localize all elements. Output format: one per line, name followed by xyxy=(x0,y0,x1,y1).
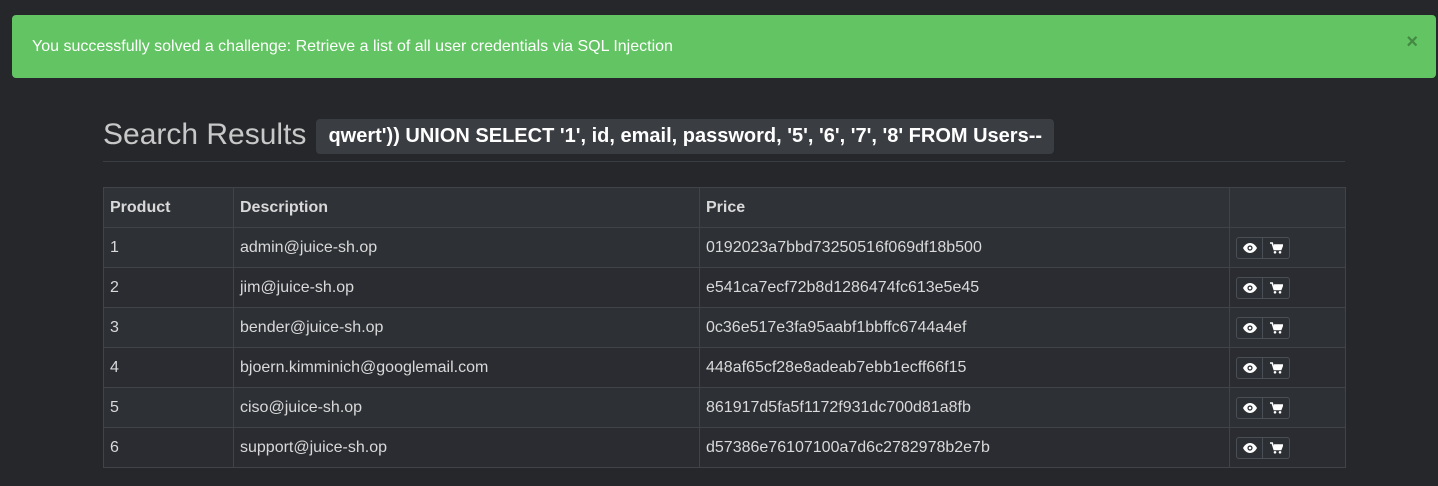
eye-icon xyxy=(1242,242,1257,253)
row-actions xyxy=(1236,396,1339,419)
search-results-header: Search Results qwert')) UNION SELECT '1'… xyxy=(103,113,1345,162)
product-cell: 6 xyxy=(103,427,234,468)
cart-icon xyxy=(1269,401,1283,414)
actions-cell xyxy=(1229,387,1346,428)
view-details-button[interactable] xyxy=(1236,316,1263,339)
view-details-button[interactable] xyxy=(1236,436,1263,459)
description-cell: jim@juice-sh.op xyxy=(233,267,700,308)
column-header-actions xyxy=(1229,187,1346,228)
row-actions xyxy=(1236,436,1339,459)
description-cell: ciso@juice-sh.op xyxy=(233,387,700,428)
view-details-button[interactable] xyxy=(1236,236,1263,259)
page-title: Search Results xyxy=(103,118,307,151)
column-header-product: Product xyxy=(103,187,234,228)
actions-cell xyxy=(1229,307,1346,348)
cart-icon xyxy=(1269,321,1283,334)
row-actions xyxy=(1236,276,1339,299)
add-to-basket-button[interactable] xyxy=(1263,316,1290,339)
add-to-basket-button[interactable] xyxy=(1263,276,1290,299)
add-to-basket-button[interactable] xyxy=(1263,236,1290,259)
column-header-price: Price xyxy=(699,187,1230,228)
price-cell: d57386e76107100a7d6c2782978b2e7b xyxy=(699,427,1230,468)
table-row: 5 ciso@juice-sh.op 861917d5fa5f1172f931d… xyxy=(103,387,1346,428)
description-cell: admin@juice-sh.op xyxy=(233,227,700,268)
table-row: 1 admin@juice-sh.op 0192023a7bbd73250516… xyxy=(103,227,1346,268)
column-header-description: Description xyxy=(233,187,700,228)
results-table: Product Description Price 1 admin@juice-… xyxy=(103,187,1346,468)
table-row: 2 jim@juice-sh.op e541ca7ecf72b8d1286474… xyxy=(103,267,1346,308)
eye-icon xyxy=(1242,402,1257,413)
cart-icon xyxy=(1269,281,1283,294)
product-cell: 3 xyxy=(103,307,234,348)
table-body: 1 admin@juice-sh.op 0192023a7bbd73250516… xyxy=(103,227,1346,468)
description-cell: support@juice-sh.op xyxy=(233,427,700,468)
success-alert: You successfully solved a challenge: Ret… xyxy=(12,15,1436,78)
view-details-button[interactable] xyxy=(1236,356,1263,379)
eye-icon xyxy=(1242,322,1257,333)
product-cell: 4 xyxy=(103,347,234,388)
product-cell: 5 xyxy=(103,387,234,428)
price-cell: 448af65cf28e8adeab7ebb1ecff66f15 xyxy=(699,347,1230,388)
eye-icon xyxy=(1242,282,1257,293)
add-to-basket-button[interactable] xyxy=(1263,436,1290,459)
price-cell: 861917d5fa5f1172f931dc700d81a8fb xyxy=(699,387,1230,428)
alert-message: You successfully solved a challenge: Ret… xyxy=(32,37,673,55)
actions-cell xyxy=(1229,267,1346,308)
eye-icon xyxy=(1242,362,1257,373)
description-cell: bender@juice-sh.op xyxy=(233,307,700,348)
actions-cell xyxy=(1229,227,1346,268)
cart-icon xyxy=(1269,241,1283,254)
view-details-button[interactable] xyxy=(1236,396,1263,419)
table-row: 6 support@juice-sh.op d57386e76107100a7d… xyxy=(103,427,1346,468)
eye-icon xyxy=(1242,442,1257,453)
product-cell: 1 xyxy=(103,227,234,268)
add-to-basket-button[interactable] xyxy=(1263,396,1290,419)
price-cell: 0192023a7bbd73250516f069df18b500 xyxy=(699,227,1230,268)
search-term-badge: qwert')) UNION SELECT '1', id, email, pa… xyxy=(316,119,1055,154)
price-cell: 0c36e517e3fa95aabf1bbffc6744a4ef xyxy=(699,307,1230,348)
price-cell: e541ca7ecf72b8d1286474fc613e5e45 xyxy=(699,267,1230,308)
description-cell: bjoern.kimminich@googlemail.com xyxy=(233,347,700,388)
cart-icon xyxy=(1269,361,1283,374)
product-cell: 2 xyxy=(103,267,234,308)
table-row: 4 bjoern.kimminich@googlemail.com 448af6… xyxy=(103,347,1346,388)
view-details-button[interactable] xyxy=(1236,276,1263,299)
alert-close-button[interactable]: × xyxy=(1406,32,1418,52)
table-row: 3 bender@juice-sh.op 0c36e517e3fa95aabf1… xyxy=(103,307,1346,348)
table-header-row: Product Description Price xyxy=(103,187,1346,228)
actions-cell xyxy=(1229,427,1346,468)
row-actions xyxy=(1236,356,1339,379)
row-actions xyxy=(1236,236,1339,259)
row-actions xyxy=(1236,316,1339,339)
cart-icon xyxy=(1269,441,1283,454)
actions-cell xyxy=(1229,347,1346,388)
add-to-basket-button[interactable] xyxy=(1263,356,1290,379)
